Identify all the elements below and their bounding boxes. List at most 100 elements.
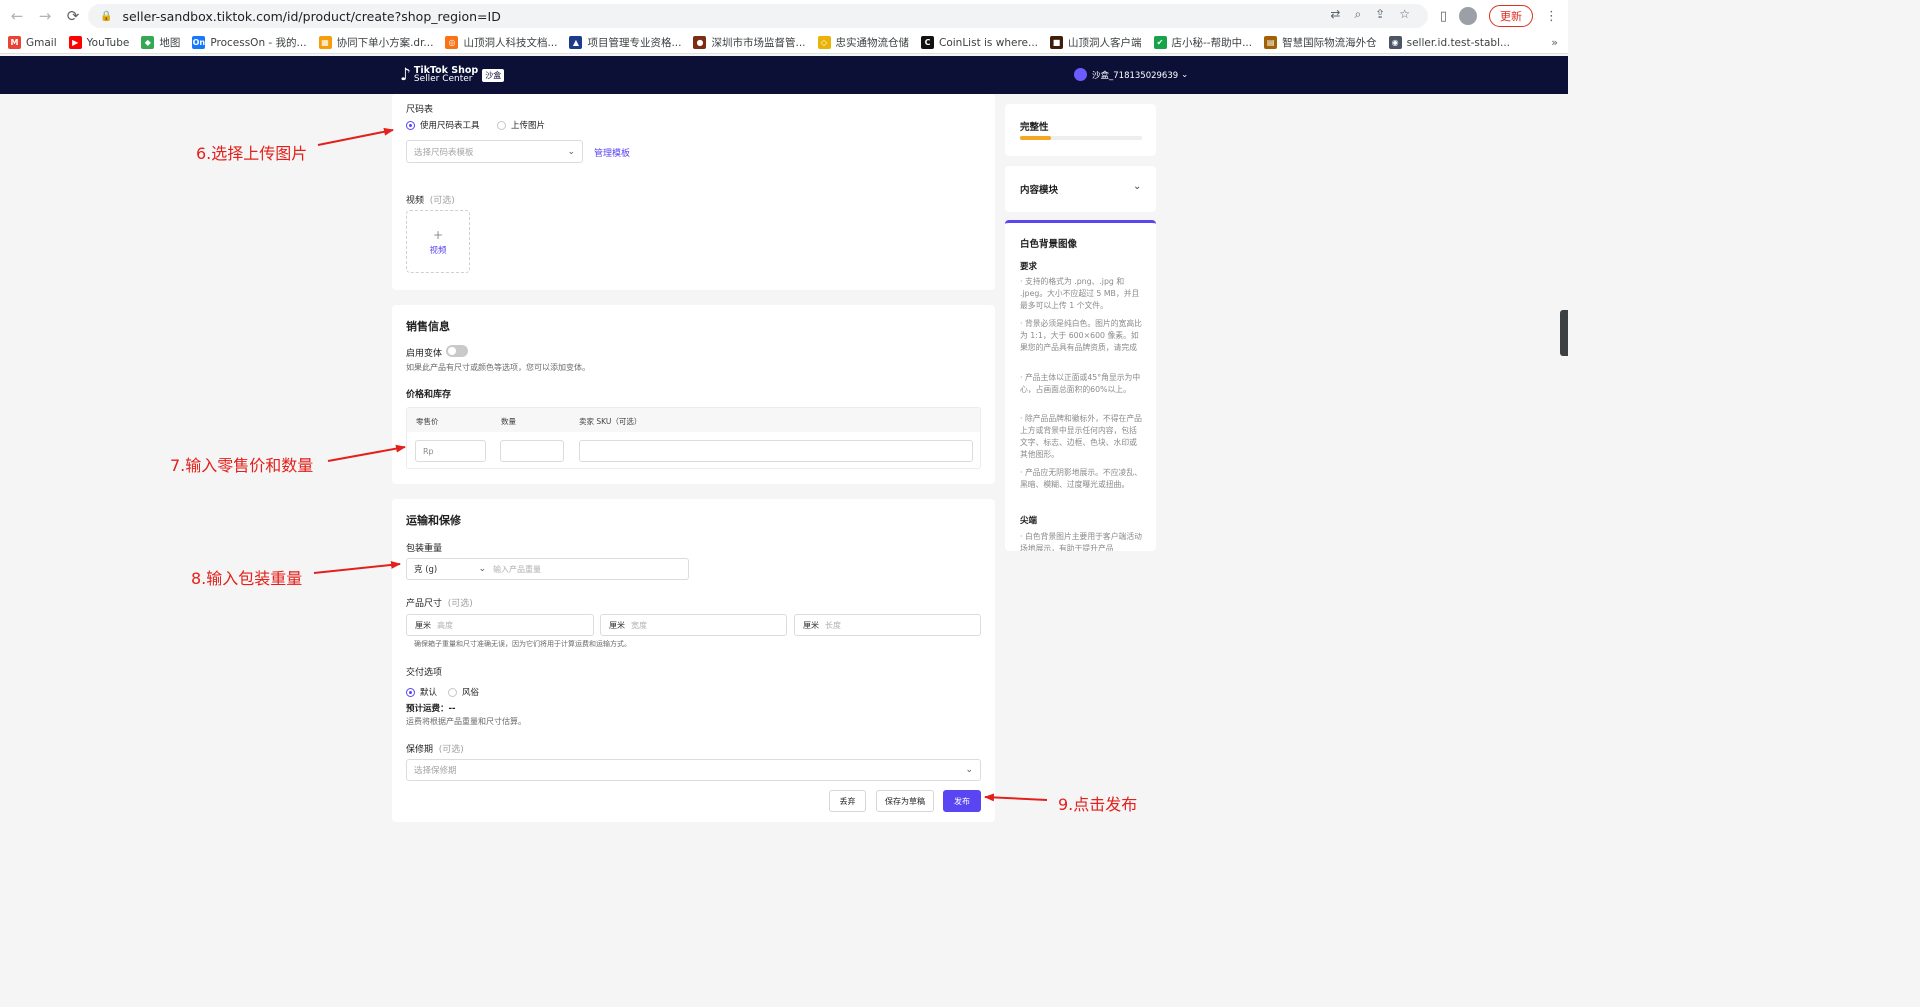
radio-delivery-default[interactable]: 默认 xyxy=(406,686,437,698)
bookmark-item[interactable]: ◇ 忠实通物流仓储 xyxy=(817,35,910,50)
price-stock-label: 价格和库存 xyxy=(406,390,452,400)
browser-toolbar: ← → ⟳ 🔒 seller-sandbox.tiktok.com/id/pro… xyxy=(0,0,1568,32)
bookmark-item[interactable]: ▶ YouTube xyxy=(68,36,129,49)
variant-toggle[interactable] xyxy=(446,345,468,357)
chevron-down-icon: ⌄ xyxy=(478,564,486,574)
lock-icon: 🔒 xyxy=(100,10,113,22)
bookmark-item[interactable]: ▦ 协同下单小方案.dr... xyxy=(318,35,433,50)
bookmark-favicon-icon: ● xyxy=(693,36,707,49)
requirement-item: · 支持的格式为 .png、.jpg 和 .jpeg。大小不应超过 5 MB，并… xyxy=(1020,277,1140,310)
bookmark-label: Gmail xyxy=(26,36,57,49)
manage-template-link[interactable]: 管理模板 xyxy=(594,146,630,159)
zoom-icon[interactable]: ⌕ xyxy=(1354,7,1361,22)
publish-button[interactable]: 发布 xyxy=(943,790,981,812)
update-button[interactable]: 更新 xyxy=(1489,5,1533,27)
brand-sub: Seller Center xyxy=(413,74,473,84)
arrow-step6 xyxy=(317,127,394,146)
sku-table-header: 零售价 数量 卖家 SKU（可选） xyxy=(407,408,980,432)
bookmark-label: 深圳市市场监督管... xyxy=(711,37,806,49)
guide-title: 白色背景图像 xyxy=(1020,239,1078,250)
bookmark-favicon-icon: M xyxy=(8,36,21,49)
forward-icon[interactable]: → xyxy=(34,5,56,27)
requirement-item: · 背景必须是纯白色。图片的宽高比为 1:1，大于 600×600 像素。如果您… xyxy=(1020,319,1142,352)
bookmark-item[interactable]: M Gmail xyxy=(8,36,57,49)
bookmark-item[interactable]: ▲ 项目管理专业资格... xyxy=(569,35,681,50)
col-sku: 卖家 SKU（可选） xyxy=(579,417,642,426)
bookmark-favicon-icon: ◆ xyxy=(141,36,155,49)
warranty-select[interactable]: 选择保修期 ⌄ xyxy=(406,759,981,781)
size-chart-label: 尺码表 xyxy=(406,105,434,115)
completeness-title: 完整性 xyxy=(1020,122,1049,133)
dimension-hint: 确保箱子重量和尺寸准确无误，因为它们将用于计算运费和运输方式。 xyxy=(414,640,631,648)
user-name: 沙盒_718135029639 xyxy=(1092,70,1179,81)
requirement-item: · 产品主体以正面或45°角显示为中心，占画面总面积的60%以上。 xyxy=(1020,373,1141,394)
variant-label: 启用变体 xyxy=(406,349,443,359)
seller-sku-input[interactable] xyxy=(579,440,973,462)
content-modules-title: 内容模块 xyxy=(1020,185,1059,196)
back-icon[interactable]: ← xyxy=(6,5,28,27)
extension-scroll-handle[interactable] xyxy=(1560,310,1568,356)
length-input[interactable]: 厘米 长度 xyxy=(794,614,981,636)
width-input[interactable]: 厘米 宽度 xyxy=(600,614,787,636)
arrow-step8 xyxy=(313,560,401,574)
share-icon[interactable]: ⇪ xyxy=(1375,7,1385,22)
bookmark-item[interactable]: ▤ 智慧国际物流海外仓 xyxy=(1264,35,1377,50)
requirements-label: 要求 xyxy=(1020,262,1038,272)
tiktok-shop-logo[interactable]: ♪ TikTok Shop Seller Center 沙盒 xyxy=(400,65,505,85)
bookmark-favicon-icon: ◇ xyxy=(817,36,831,49)
shipping-title: 运输和保修 xyxy=(406,514,461,527)
address-bar[interactable]: 🔒 seller-sandbox.tiktok.com/id/product/c… xyxy=(88,4,1428,28)
requirement-item: · 除产品品牌和徽标外，不得在产品上方或背景中显示任何内容，包括文字、标志、边框… xyxy=(1020,414,1142,459)
bookmark-favicon-icon: C xyxy=(921,36,934,49)
bookmark-favicon-icon: ◎ xyxy=(445,36,459,49)
user-menu[interactable]: 沙盒_718135029639 ⌄ xyxy=(1074,68,1188,81)
url-text: seller-sandbox.tiktok.com/id/product/cre… xyxy=(122,8,501,24)
tip-item: · 白色背景图片主要用于客户端活动场地展示，有助于提升产品 xyxy=(1020,532,1142,551)
size-chart-template-select[interactable]: 选择尺码表模板 ⌄ xyxy=(406,140,583,163)
bookmark-favicon-icon: ▦ xyxy=(318,36,332,49)
bookmark-item[interactable]: ✔ 店小秘--帮助中... xyxy=(1153,35,1252,50)
sandbox-badge: 沙盒 xyxy=(482,68,505,82)
bookmark-item[interactable]: ■ 山顶洞人客户端 xyxy=(1050,35,1142,50)
requirement-item: · 产品应无阴影地展示。不应凌乱、黑暗、模糊、过度曝光或扭曲。 xyxy=(1020,468,1142,489)
radio-size-chart-tool[interactable]: 使用尺码表工具 xyxy=(406,119,480,131)
media-card xyxy=(392,94,995,290)
bookmark-item[interactable]: ◆ 地图 xyxy=(141,35,180,50)
fee-hint: 运费将根据产品重量和尺寸估算。 xyxy=(406,717,526,726)
radio-upload-image[interactable]: 上传图片 xyxy=(497,119,545,131)
price-input[interactable]: Rp xyxy=(415,440,486,462)
video-upload-box[interactable]: + 视频 xyxy=(406,210,470,273)
quantity-input[interactable] xyxy=(500,440,564,462)
bookmark-label: 山顶洞人客户端 xyxy=(1068,37,1142,49)
side-panel-icon[interactable]: ▯ xyxy=(1440,9,1447,24)
chevron-down-icon: ⌄ xyxy=(965,765,973,775)
chevron-down-icon[interactable]: ⌄ xyxy=(1133,181,1141,192)
bookmarks-more-icon[interactable]: » xyxy=(1551,36,1558,49)
save-draft-button[interactable]: 保存为草稿 xyxy=(876,790,934,812)
height-input[interactable]: 厘米 高度 xyxy=(406,614,594,636)
discard-button[interactable]: 丢弃 xyxy=(829,790,866,812)
bookmark-label: 地图 xyxy=(159,37,181,49)
bookmark-item[interactable]: On ProcessOn - 我的... xyxy=(192,35,307,50)
bookmark-label: 忠实通物流仓储 xyxy=(835,37,910,49)
bookmark-favicon-icon: On xyxy=(192,36,206,49)
bookmark-item[interactable]: ◎ 山顶洞人科技文档... xyxy=(445,35,557,50)
profile-avatar[interactable] xyxy=(1459,7,1477,25)
bookmark-item[interactable]: C CoinList is where... xyxy=(921,36,1038,49)
bookmark-label: CoinList is where... xyxy=(939,36,1039,49)
warranty-label: 保修期 (可选) xyxy=(406,745,464,755)
bookmark-item[interactable]: ● 深圳市市场监督管... xyxy=(693,35,806,50)
reload-icon[interactable]: ⟳ xyxy=(62,5,84,27)
translate-icon[interactable]: ⇄ xyxy=(1330,7,1340,22)
col-qty: 数量 xyxy=(501,417,516,426)
completeness-progress xyxy=(1020,136,1142,140)
menu-kebab-icon[interactable]: ⋮ xyxy=(1545,9,1558,24)
bookmark-favicon-icon: ◉ xyxy=(1388,36,1402,49)
weight-input[interactable]: 输入产品重量 xyxy=(486,558,689,580)
radio-delivery-custom[interactable]: 风俗 xyxy=(448,686,479,698)
bookmark-star-icon[interactable]: ☆ xyxy=(1399,7,1410,22)
bookmark-favicon-icon: ▤ xyxy=(1264,36,1278,49)
weight-unit-select[interactable]: 克 (g) ⌄ xyxy=(406,558,494,580)
annotation-step9: 9.点击发布 xyxy=(1058,795,1138,814)
bookmark-item[interactable]: ◉ seller.id.test-stabl... xyxy=(1388,36,1510,49)
